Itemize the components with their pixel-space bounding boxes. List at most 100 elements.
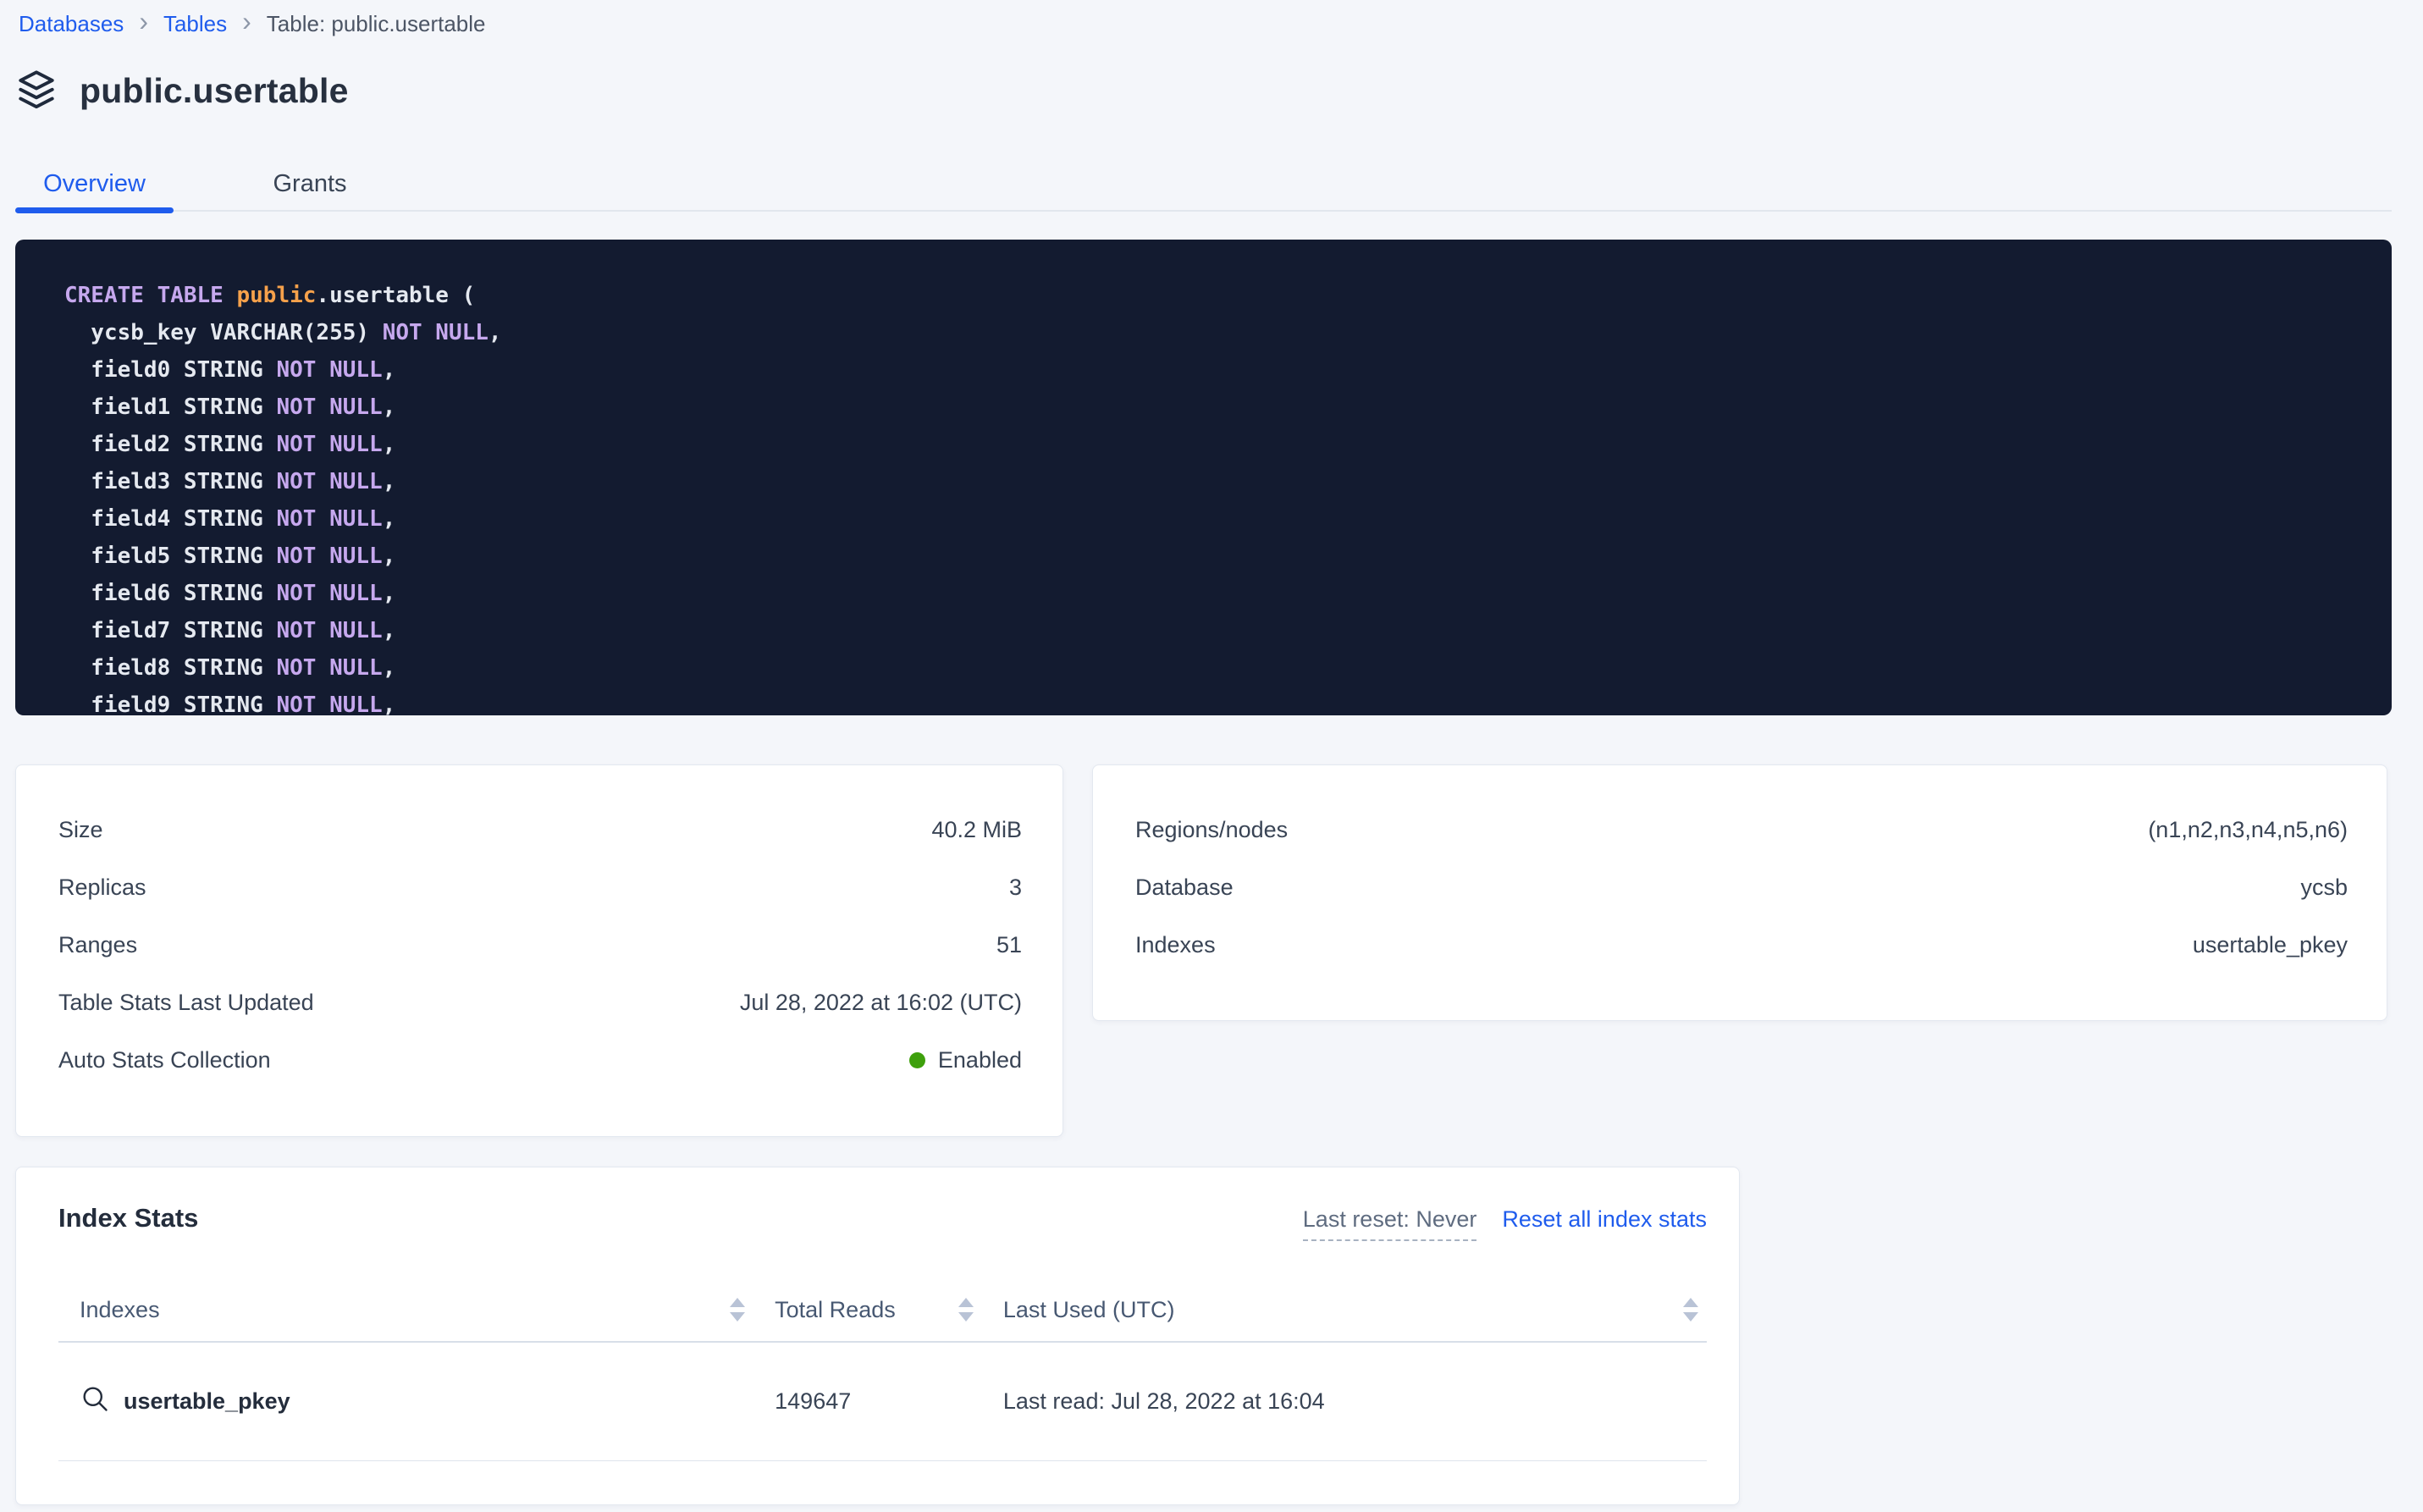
table-info-card: Regions/nodes (n1,n2,n3,n4,n5,n6) Database… bbox=[1092, 764, 2387, 1021]
sql-token: NOT NULL bbox=[276, 655, 382, 681]
tab-overview-label: Overview bbox=[43, 170, 146, 198]
sort-icon[interactable] bbox=[730, 1298, 745, 1322]
stat-value: usertable_pkey bbox=[2193, 932, 2348, 958]
sql-token: NOT NULL bbox=[276, 581, 382, 606]
sql-line: field3 STRING NOT NULL, bbox=[64, 463, 2358, 500]
total-reads-value: 149647 bbox=[775, 1388, 851, 1415]
tab-bar: Overview Grants bbox=[15, 157, 2392, 212]
sql-token: field1 STRING bbox=[64, 395, 276, 420]
breadcrumb-link-databases[interactable]: Databases bbox=[19, 11, 124, 37]
sql-line: field1 STRING NOT NULL, bbox=[64, 389, 2358, 426]
breadcrumb-link-tables[interactable]: Tables bbox=[163, 11, 227, 37]
sql-token: , bbox=[383, 395, 396, 420]
sql-token: field3 STRING bbox=[64, 469, 276, 494]
stat-value: ycsb bbox=[2300, 875, 2348, 901]
sql-token: field8 STRING bbox=[64, 655, 276, 681]
index-stats-header: Index Stats Last reset: Never Reset all … bbox=[58, 1203, 1707, 1241]
sql-token: field6 STRING bbox=[64, 581, 276, 606]
sql-line: field8 STRING NOT NULL, bbox=[64, 649, 2358, 687]
last-used-value: Last read: Jul 28, 2022 at 16:04 bbox=[1003, 1388, 1325, 1415]
sql-token: NOT NULL bbox=[276, 693, 382, 715]
stat-value-text: ycsb bbox=[2300, 875, 2348, 901]
stat-row: Auto Stats Collection Enabled bbox=[58, 1031, 1022, 1089]
sql-token: field9 STRING bbox=[64, 693, 276, 715]
index-table-head: Indexes Total Reads Last Used (UTC) bbox=[58, 1278, 1707, 1343]
chevron-right-icon: › bbox=[242, 10, 251, 37]
column-header-label: Total Reads bbox=[775, 1297, 896, 1323]
sql-line: field4 STRING NOT NULL, bbox=[64, 500, 2358, 538]
status-dot-green-icon bbox=[909, 1052, 925, 1068]
sql-line: field9 STRING NOT NULL, bbox=[64, 687, 2358, 715]
magnifier-icon bbox=[80, 1383, 110, 1420]
table-info-rows: Regions/nodes (n1,n2,n3,n4,n5,n6) Database… bbox=[1135, 801, 2348, 974]
tab-overview[interactable]: Overview bbox=[15, 157, 174, 210]
stat-label: Size bbox=[58, 817, 103, 843]
stat-row: Database ycsb bbox=[1135, 858, 2348, 916]
tab-grants-label: Grants bbox=[273, 170, 346, 198]
sql-line: field7 STRING NOT NULL, bbox=[64, 612, 2358, 649]
table-stats-rows: Size40.2 MiBReplicas3Ranges51Table Stats… bbox=[58, 801, 1022, 1089]
index-stats-card: Index Stats Last reset: Never Reset all … bbox=[15, 1167, 1740, 1505]
sql-line: field2 STRING NOT NULL, bbox=[64, 426, 2358, 463]
stat-label: Replicas bbox=[58, 875, 146, 901]
page-title: public.usertable bbox=[80, 71, 349, 111]
stat-row: Ranges51 bbox=[58, 916, 1022, 974]
index-name-wrap: usertable_pkey bbox=[80, 1383, 290, 1420]
stat-label: Table Stats Last Updated bbox=[58, 990, 314, 1016]
stat-row: Table Stats Last Updated Jul 28, 2022 at … bbox=[58, 974, 1022, 1031]
index-table-row: usertable_pkey 149647 Last read: Jul 28, 2… bbox=[58, 1343, 1707, 1461]
sql-token: NOT NULL bbox=[276, 506, 382, 532]
sql-token: CREATE TABLE bbox=[64, 283, 237, 308]
stat-label: Database bbox=[1135, 875, 1234, 901]
sort-icon[interactable] bbox=[958, 1298, 974, 1322]
sql-code: CREATE TABLE public.usertable ( ycsb_key… bbox=[64, 277, 2358, 715]
index-stats-title: Index Stats bbox=[58, 1203, 198, 1233]
stat-row: Size 40.2 MiB bbox=[58, 801, 1022, 858]
stat-row: Regions/nodes (n1,n2,n3,n4,n5,n6) bbox=[1135, 801, 2348, 858]
index-name-link[interactable]: usertable_pkey bbox=[124, 1388, 290, 1415]
tab-grants[interactable]: Grants bbox=[217, 157, 403, 210]
reset-index-stats-link[interactable]: Reset all index stats bbox=[1502, 1206, 1707, 1233]
sql-token: field5 STRING bbox=[64, 544, 276, 569]
sql-token: , bbox=[383, 469, 396, 494]
sql-line: ycsb_key VARCHAR(255) NOT NULL, bbox=[64, 314, 2358, 351]
column-header-label: Last Used (UTC) bbox=[1003, 1297, 1175, 1323]
index-name-cell: usertable_pkey bbox=[58, 1383, 753, 1420]
sql-token: , bbox=[383, 544, 396, 569]
stat-value-text: Enabled bbox=[938, 1047, 1022, 1073]
index-stats-actions: Last reset: Never Reset all index stats bbox=[1303, 1206, 1707, 1241]
sql-token: NOT NULL bbox=[276, 544, 382, 569]
sql-token: , bbox=[383, 432, 396, 457]
table-stats-card: Size40.2 MiBReplicas3Ranges51Table Stats… bbox=[15, 764, 1063, 1137]
breadcrumb: Databases › Tables › Table: public.usert… bbox=[19, 10, 486, 37]
total-reads-cell: 149647 bbox=[753, 1388, 982, 1415]
sql-token: NOT NULL bbox=[276, 618, 382, 643]
stat-value: 51 bbox=[996, 932, 1022, 958]
stack-icon bbox=[15, 68, 58, 113]
sql-token: , bbox=[383, 581, 396, 606]
sql-token: NOT NULL bbox=[276, 432, 382, 457]
last-reset-label: Last reset: Never bbox=[1303, 1206, 1477, 1241]
stat-label: Auto Stats Collection bbox=[58, 1047, 271, 1073]
sql-line: field5 STRING NOT NULL, bbox=[64, 538, 2358, 575]
last-used-cell: Last read: Jul 28, 2022 at 16:04 bbox=[982, 1388, 1707, 1415]
sql-line: field6 STRING NOT NULL, bbox=[64, 575, 2358, 612]
stat-value-text: (n1,n2,n3,n4,n5,n6) bbox=[2148, 817, 2348, 843]
sql-token: , bbox=[383, 357, 396, 383]
column-header-label: Indexes bbox=[80, 1297, 160, 1323]
stat-value: 40.2 MiB bbox=[931, 817, 1022, 843]
stat-value-text: 40.2 MiB bbox=[931, 817, 1022, 843]
sql-token: ycsb_key VARCHAR(255) bbox=[64, 320, 383, 345]
sql-token: field0 STRING bbox=[64, 357, 276, 383]
stat-value: 3 bbox=[1009, 875, 1022, 901]
sql-token: , bbox=[383, 693, 396, 715]
sort-icon[interactable] bbox=[1683, 1298, 1698, 1322]
sql-line: CREATE TABLE public.usertable ( bbox=[64, 277, 2358, 314]
stat-value: Jul 28, 2022 at 16:02 (UTC) bbox=[740, 990, 1022, 1016]
stat-value-text: usertable_pkey bbox=[2193, 932, 2348, 958]
sql-token: NOT NULL bbox=[383, 320, 488, 345]
index-stats-table: Indexes Total Reads Last Used (UTC) userta… bbox=[58, 1278, 1707, 1461]
stat-label: Regions/nodes bbox=[1135, 817, 1288, 843]
chevron-right-icon: › bbox=[139, 10, 148, 37]
column-header-indexes: Indexes bbox=[58, 1297, 753, 1323]
